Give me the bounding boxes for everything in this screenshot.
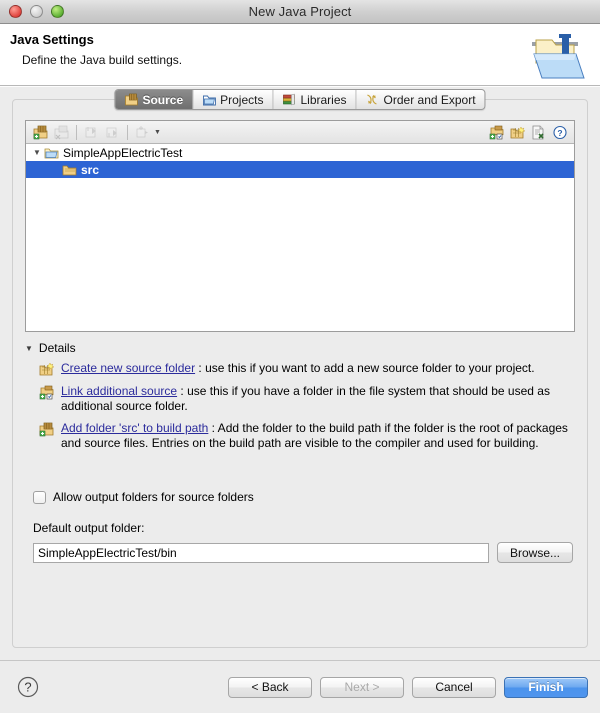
tab-source[interactable]: Source: [115, 90, 194, 109]
move-up-icon: [82, 123, 101, 141]
details-header[interactable]: ▼ Details: [25, 340, 575, 356]
add-folder-icon[interactable]: [31, 123, 50, 141]
tab-label: Order and Export: [383, 92, 476, 107]
link-additional-source-icon: [39, 385, 55, 400]
dialog-footer: ? < Back Next > Cancel Finish: [0, 660, 600, 713]
libraries-books-icon: [282, 93, 296, 106]
list-item: Create new source folder : use this if y…: [25, 361, 575, 377]
move-down-icon: [103, 123, 122, 141]
default-output-folder-label: Default output folder:: [33, 521, 145, 535]
detail-text: Link additional source : use this if you…: [61, 384, 575, 414]
link-additional-source-link[interactable]: Link additional source: [61, 384, 177, 398]
source-folder-icon: [124, 93, 138, 106]
table-row[interactable]: ▼ SimpleAppElectricTest: [26, 144, 574, 161]
create-new-source-folder-icon: [39, 362, 55, 377]
projects-folder-icon: [202, 93, 216, 106]
browse-button[interactable]: Browse...: [497, 542, 573, 563]
tab-projects[interactable]: Projects: [193, 90, 274, 109]
create-new-source-folder-link[interactable]: Create new source folder: [61, 361, 195, 375]
remove-entry-icon[interactable]: [529, 123, 548, 141]
page-title: Java Settings: [10, 32, 94, 47]
toolbar-separator: [76, 124, 77, 140]
remove-folder-icon: [52, 123, 71, 141]
dialog-header: Java Settings Define the Java build sett…: [0, 24, 600, 86]
tab-order-and-export[interactable]: Order and Export: [357, 90, 485, 109]
toolbar-separator: [127, 124, 128, 140]
footer-buttons: < Back Next > Cancel Finish: [228, 676, 588, 698]
chevron-down-icon[interactable]: ▼: [25, 344, 33, 353]
tree-toolbar: ▼ ?: [26, 121, 574, 144]
title-bar: New Java Project: [0, 0, 600, 24]
dialog-body: Source Projects Libraries Order and Expo…: [0, 86, 600, 660]
link-source-icon[interactable]: [487, 123, 506, 141]
add-folder-to-build-path-icon: [39, 422, 55, 437]
details-label: Details: [38, 341, 76, 355]
build-path-tabs: Source Projects Libraries Order and Expo…: [114, 89, 486, 110]
project-folder-icon: [44, 146, 60, 159]
default-output-folder-row: Browse...: [33, 542, 573, 563]
cancel-button[interactable]: Cancel: [412, 676, 496, 698]
source-folder-icon: [62, 163, 78, 176]
order-export-arrows-icon: [366, 93, 380, 106]
next-button: Next >: [320, 676, 404, 698]
allow-output-folders-row[interactable]: Allow output folders for source folders: [33, 490, 254, 504]
svg-text:?: ?: [24, 680, 31, 695]
tab-libraries[interactable]: Libraries: [273, 90, 357, 109]
detail-description: : use this if you want to add a new sour…: [195, 361, 535, 375]
list-item: Link additional source : use this if you…: [25, 384, 575, 414]
allow-output-folders-label: Allow output folders for source folders: [53, 490, 254, 504]
tab-label: Libraries: [300, 92, 347, 107]
finish-button[interactable]: Finish: [504, 676, 588, 698]
detail-text: Add folder 'src' to build path : Add the…: [61, 421, 575, 451]
content-panel: Source Projects Libraries Order and Expo…: [12, 89, 588, 648]
add-folder-to-build-path-link[interactable]: Add folder 'src' to build path: [61, 421, 208, 435]
page-description: Define the Java build settings.: [22, 53, 183, 67]
filter-icon: [133, 123, 152, 141]
tab-label: Projects: [220, 92, 264, 107]
default-output-folder-input[interactable]: [33, 542, 489, 563]
help-question-icon[interactable]: ?: [17, 676, 39, 698]
source-folders-panel: ▼ ? ▼ SimpleAppElectricTest src: [25, 120, 575, 332]
dialog-window: New Java Project Java Settings Define th…: [0, 0, 600, 713]
create-source-folder-icon[interactable]: [508, 123, 527, 141]
chevron-down-icon[interactable]: ▼: [154, 129, 161, 136]
svg-text:?: ?: [557, 128, 562, 138]
window-title: New Java Project: [248, 4, 352, 19]
tree-row-label: SimpleAppElectricTest: [63, 145, 183, 160]
list-item: Add folder 'src' to build path : Add the…: [25, 421, 575, 451]
help-hint-icon[interactable]: ?: [550, 123, 569, 141]
tree-row-label: src: [81, 162, 100, 177]
detail-text: Create new source folder : use this if y…: [61, 361, 535, 377]
tab-label: Source: [142, 92, 184, 107]
chevron-down-icon[interactable]: ▼: [30, 148, 44, 157]
allow-output-folders-checkbox[interactable]: [33, 490, 46, 504]
back-button[interactable]: < Back: [228, 676, 312, 698]
details-section: ▼ Details Create new source folder : use…: [25, 340, 575, 458]
java-project-folder-icon: [526, 30, 588, 82]
source-folder-tree[interactable]: ▼ SimpleAppElectricTest src: [26, 144, 574, 178]
table-row[interactable]: src: [26, 161, 574, 178]
